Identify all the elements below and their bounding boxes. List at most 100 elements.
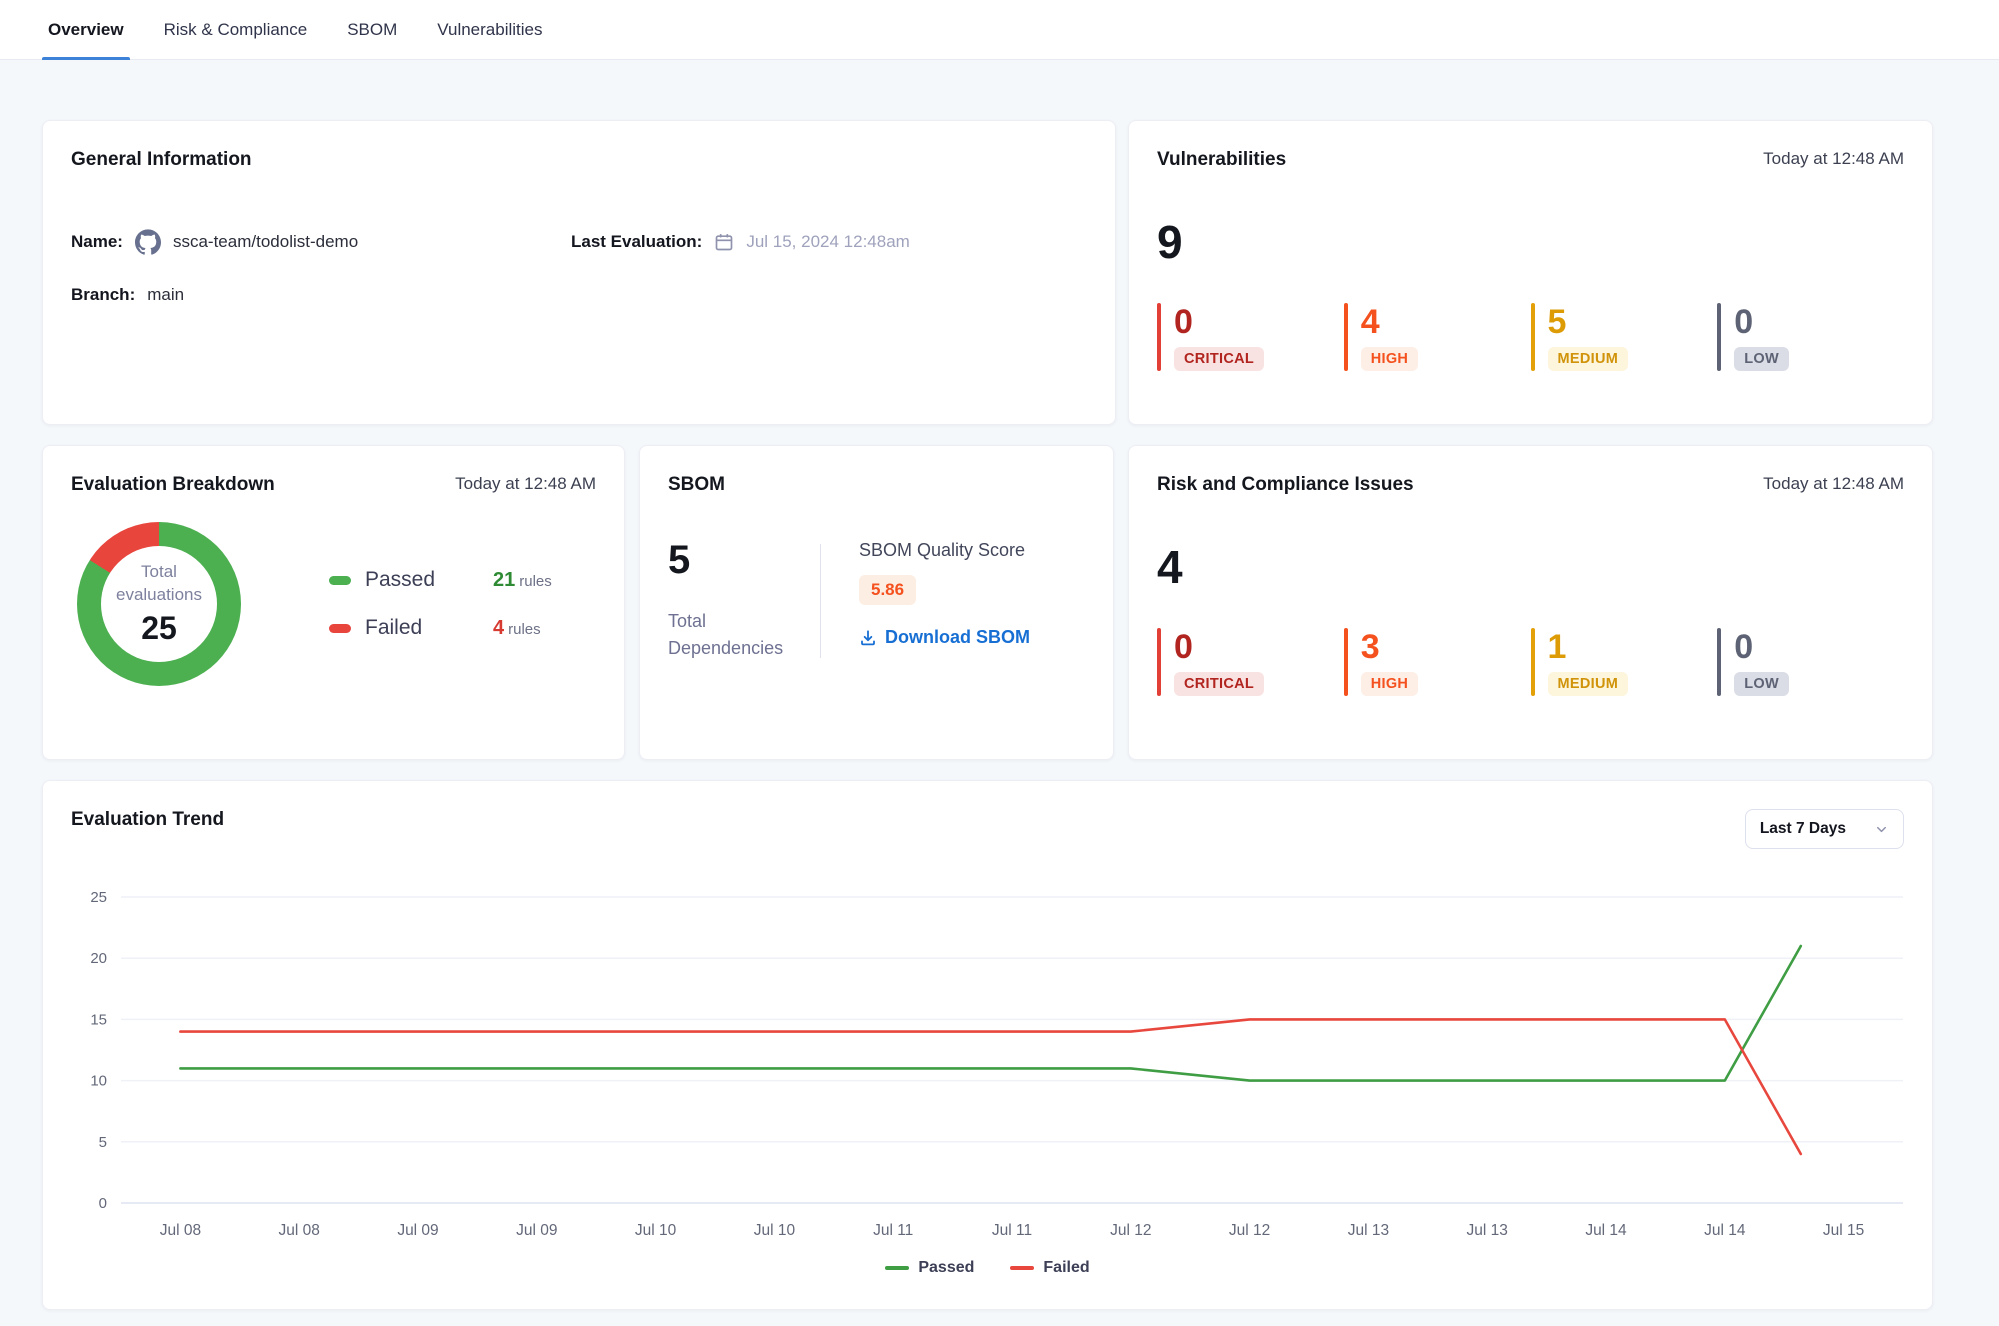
svg-text:Jul 14: Jul 14: [1704, 1222, 1746, 1239]
failed-count: 4: [493, 617, 504, 639]
critical-count: 0: [1174, 305, 1264, 339]
calendar-icon: [714, 232, 734, 252]
critical-count: 0: [1174, 630, 1264, 664]
repo-name-row: Name: ssca-team/todolist-demo: [71, 229, 571, 255]
failed-legend-item: Failed: [1010, 1259, 1089, 1277]
evaluation-trend-card: Evaluation Trend Last 7 Days 0510152025J…: [42, 780, 1933, 1310]
risk-compliance-total: 4: [1157, 544, 1904, 590]
svg-text:15: 15: [90, 1011, 107, 1028]
svg-text:Jul 08: Jul 08: [279, 1222, 320, 1239]
critical-badge: CRITICAL: [1174, 347, 1264, 371]
svg-text:Jul 09: Jul 09: [516, 1222, 557, 1239]
sbom-quality-score-value: 5.86: [859, 575, 916, 605]
low-bar: [1717, 628, 1721, 696]
download-icon: [859, 629, 877, 647]
risk-compliance-title: Risk and Compliance Issues: [1157, 474, 1414, 496]
passed-label: Passed: [365, 568, 493, 592]
passed-count: 21: [493, 569, 515, 591]
critical-badge: CRITICAL: [1174, 672, 1264, 696]
vuln-high-block: 4 HIGH: [1344, 303, 1531, 371]
evaluation-breakdown-card: Evaluation Breakdown Today at 12:48 AM T…: [42, 445, 625, 760]
repo-name-value: ssca-team/todolist-demo: [173, 232, 358, 252]
high-badge: HIGH: [1361, 347, 1418, 371]
trend-chart-legend: Passed Failed: [71, 1259, 1904, 1277]
svg-text:Jul 08: Jul 08: [160, 1222, 201, 1239]
github-icon: [135, 229, 161, 255]
total-dependencies-label: Total Dependencies: [668, 608, 820, 662]
vulnerabilities-timestamp: Today at 12:48 AM: [1763, 149, 1904, 169]
svg-text:Jul 13: Jul 13: [1467, 1222, 1508, 1239]
name-label: Name:: [71, 232, 123, 252]
risk-medium-block: 1 MEDIUM: [1531, 628, 1718, 696]
evaluation-breakdown-timestamp: Today at 12:48 AM: [455, 474, 596, 494]
svg-text:0: 0: [99, 1195, 107, 1212]
vuln-low-block: 0 LOW: [1717, 303, 1904, 371]
passed-swatch-icon: [329, 576, 351, 585]
passed-line-swatch-icon: [885, 1266, 909, 1270]
sbom-title: SBOM: [668, 474, 725, 496]
vuln-critical-block: 0 CRITICAL: [1157, 303, 1344, 371]
svg-text:10: 10: [90, 1073, 107, 1090]
donut-total-value: 25: [141, 610, 177, 647]
failed-unit: rules: [508, 621, 541, 638]
vulnerabilities-severity-row: 0 CRITICAL 4 HIGH 5 MEDIUM 0 LOW: [1157, 303, 1904, 371]
high-badge: HIGH: [1361, 672, 1418, 696]
tab-overview[interactable]: Overview: [48, 0, 124, 60]
svg-text:Jul 09: Jul 09: [397, 1222, 438, 1239]
last-evaluation-row: Last Evaluation: Jul 15, 2024 12:48am: [571, 229, 1087, 255]
low-badge: LOW: [1734, 347, 1789, 371]
passed-unit: rules: [519, 573, 552, 590]
general-information-card: General Information Name: ssca-team/todo…: [42, 120, 1116, 425]
medium-bar: [1531, 303, 1535, 371]
vulnerabilities-total: 9: [1157, 219, 1904, 265]
dashboard-content: General Information Name: ssca-team/todo…: [0, 120, 1999, 1310]
evaluation-breakdown-legend: Passed 21rules Failed 4rules: [329, 568, 552, 640]
failed-legend-row: Failed 4rules: [329, 616, 552, 640]
failed-swatch-icon: [329, 624, 351, 633]
medium-count: 1: [1548, 630, 1629, 664]
tab-risk-compliance[interactable]: Risk & Compliance: [164, 0, 308, 60]
risk-compliance-severity-row: 0 CRITICAL 3 HIGH 1 MEDIUM 0 LOW: [1157, 628, 1904, 696]
failed-line-swatch-icon: [1010, 1266, 1034, 1270]
critical-bar: [1157, 628, 1161, 696]
svg-text:Jul 13: Jul 13: [1348, 1222, 1389, 1239]
low-count: 0: [1734, 305, 1789, 339]
evaluation-breakdown-title: Evaluation Breakdown: [71, 474, 275, 496]
download-sbom-link[interactable]: Download SBOM: [859, 627, 1030, 648]
tab-sbom[interactable]: SBOM: [347, 0, 397, 60]
evaluations-donut-chart: Total evaluations 25: [77, 522, 241, 686]
medium-count: 5: [1548, 305, 1629, 339]
svg-text:25: 25: [90, 889, 107, 906]
general-information-title: General Information: [71, 149, 252, 171]
total-dependencies-value: 5: [668, 540, 820, 580]
date-range-select[interactable]: Last 7 Days: [1745, 809, 1904, 849]
tab-vulnerabilities[interactable]: Vulnerabilities: [437, 0, 542, 60]
high-count: 4: [1361, 305, 1418, 339]
sbom-quality-score-label: SBOM Quality Score: [859, 540, 1030, 561]
svg-text:Jul 12: Jul 12: [1110, 1222, 1151, 1239]
last-evaluation-label: Last Evaluation:: [571, 232, 702, 252]
vuln-medium-block: 5 MEDIUM: [1531, 303, 1718, 371]
high-bar: [1344, 303, 1348, 371]
medium-badge: MEDIUM: [1548, 672, 1629, 696]
vulnerabilities-card: Vulnerabilities Today at 12:48 AM 9 0 CR…: [1128, 120, 1933, 425]
medium-badge: MEDIUM: [1548, 347, 1629, 371]
last-evaluation-value: Jul 15, 2024 12:48am: [746, 232, 910, 252]
svg-text:Jul 11: Jul 11: [873, 1222, 913, 1239]
svg-text:Jul 12: Jul 12: [1229, 1222, 1270, 1239]
branch-value: main: [147, 285, 184, 305]
svg-text:5: 5: [99, 1134, 107, 1151]
risk-low-block: 0 LOW: [1717, 628, 1904, 696]
vulnerabilities-title: Vulnerabilities: [1157, 149, 1286, 171]
donut-center: Total evaluations 25: [101, 546, 217, 662]
svg-text:Jul 10: Jul 10: [635, 1222, 677, 1239]
risk-critical-block: 0 CRITICAL: [1157, 628, 1344, 696]
chevron-down-icon: [1874, 822, 1889, 837]
date-range-value: Last 7 Days: [1760, 820, 1846, 838]
high-bar: [1344, 628, 1348, 696]
svg-text:Jul 15: Jul 15: [1823, 1222, 1864, 1239]
sbom-card: SBOM 5 Total Dependencies SBOM Quality S…: [639, 445, 1114, 760]
svg-text:Jul 11: Jul 11: [992, 1222, 1032, 1239]
risk-compliance-card: Risk and Compliance Issues Today at 12:4…: [1128, 445, 1933, 760]
passed-legend-label: Passed: [918, 1259, 974, 1277]
